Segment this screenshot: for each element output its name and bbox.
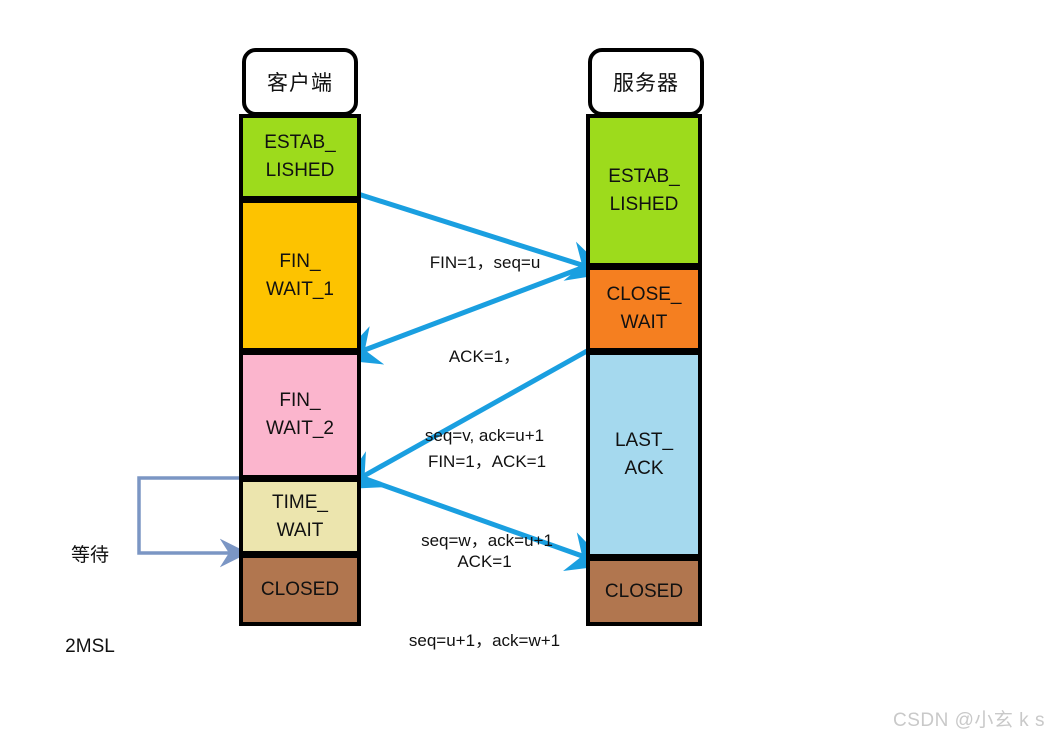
- diagram-canvas: 客户端 ESTAB_ LISHED FIN_ WAIT_1 FIN_ WAIT_…: [0, 0, 1052, 739]
- client-fin-wait-2-line-2: WAIT_2: [266, 418, 334, 439]
- client-state-fin-wait-2: FIN_ WAIT_2: [239, 351, 361, 479]
- client-title-box: 客户端: [242, 48, 358, 116]
- server-established-line-2: LISHED: [609, 193, 679, 215]
- message-fin-seq-u-line-1: FIN=1，seq=u: [429, 252, 541, 272]
- server-last-ack-line-2: ACK: [624, 457, 664, 479]
- message-ack-seq-u1-line-2: seq=u+1，ack=w+1: [408, 630, 561, 650]
- message-fin-ack-seq-w-line-1: FIN=1，ACK=1: [427, 451, 547, 471]
- message-label-ack-seq-u1: ACK=1 seq=u+1，ack=w+1: [382, 496, 587, 707]
- client-title-label: 客户端: [267, 72, 333, 95]
- client-fin-wait-2-line-1: FIN_: [279, 390, 321, 412]
- wait-2msl-line-1: 等待: [70, 544, 109, 566]
- server-closed-line-1: CLOSED: [604, 580, 684, 602]
- message-ack-seq-v-line-1: ACK=1，: [448, 346, 521, 366]
- server-established-line-1: ESTAB_: [608, 165, 680, 187]
- wait-2msl-label: 等待 2MSL: [48, 480, 132, 723]
- client-state-time-wait: TIME_ WAIT: [239, 478, 361, 555]
- client-established-line-1: ESTAB_: [264, 132, 336, 154]
- client-closed-line-1: CLOSED: [260, 579, 340, 601]
- client-state-established: ESTAB_ LISHED: [239, 114, 361, 200]
- server-title-box: 服务器: [588, 48, 704, 116]
- server-last-ack-line-1: LAST_: [614, 429, 674, 451]
- client-fin-wait-1-line-1: FIN_: [279, 250, 321, 272]
- client-state-closed: CLOSED: [239, 554, 361, 626]
- server-close-wait-line-1: CLOSE_: [606, 284, 682, 306]
- wait-2msl-bracket: [137, 476, 249, 568]
- message-ack-seq-u1-line-1: ACK=1: [457, 551, 512, 571]
- server-close-wait-line-2: WAIT: [620, 312, 668, 333]
- client-time-wait-line-2: WAIT: [276, 519, 324, 541]
- server-state-close-wait: CLOSE_ WAIT: [586, 266, 702, 352]
- client-state-fin-wait-1: FIN_ WAIT_1: [239, 199, 361, 352]
- client-fin-wait-1-line-2: WAIT_1: [266, 278, 334, 300]
- server-state-closed: CLOSED: [586, 557, 702, 626]
- server-state-last-ack: LAST_ ACK: [586, 351, 702, 558]
- server-state-established: ESTAB_ LISHED: [586, 114, 702, 267]
- wait-2msl-line-2: 2MSL: [65, 635, 115, 657]
- server-title-label: 服务器: [613, 72, 679, 95]
- client-time-wait-line-1: TIME_: [272, 491, 328, 513]
- client-established-line-2: LISHED: [265, 160, 335, 181]
